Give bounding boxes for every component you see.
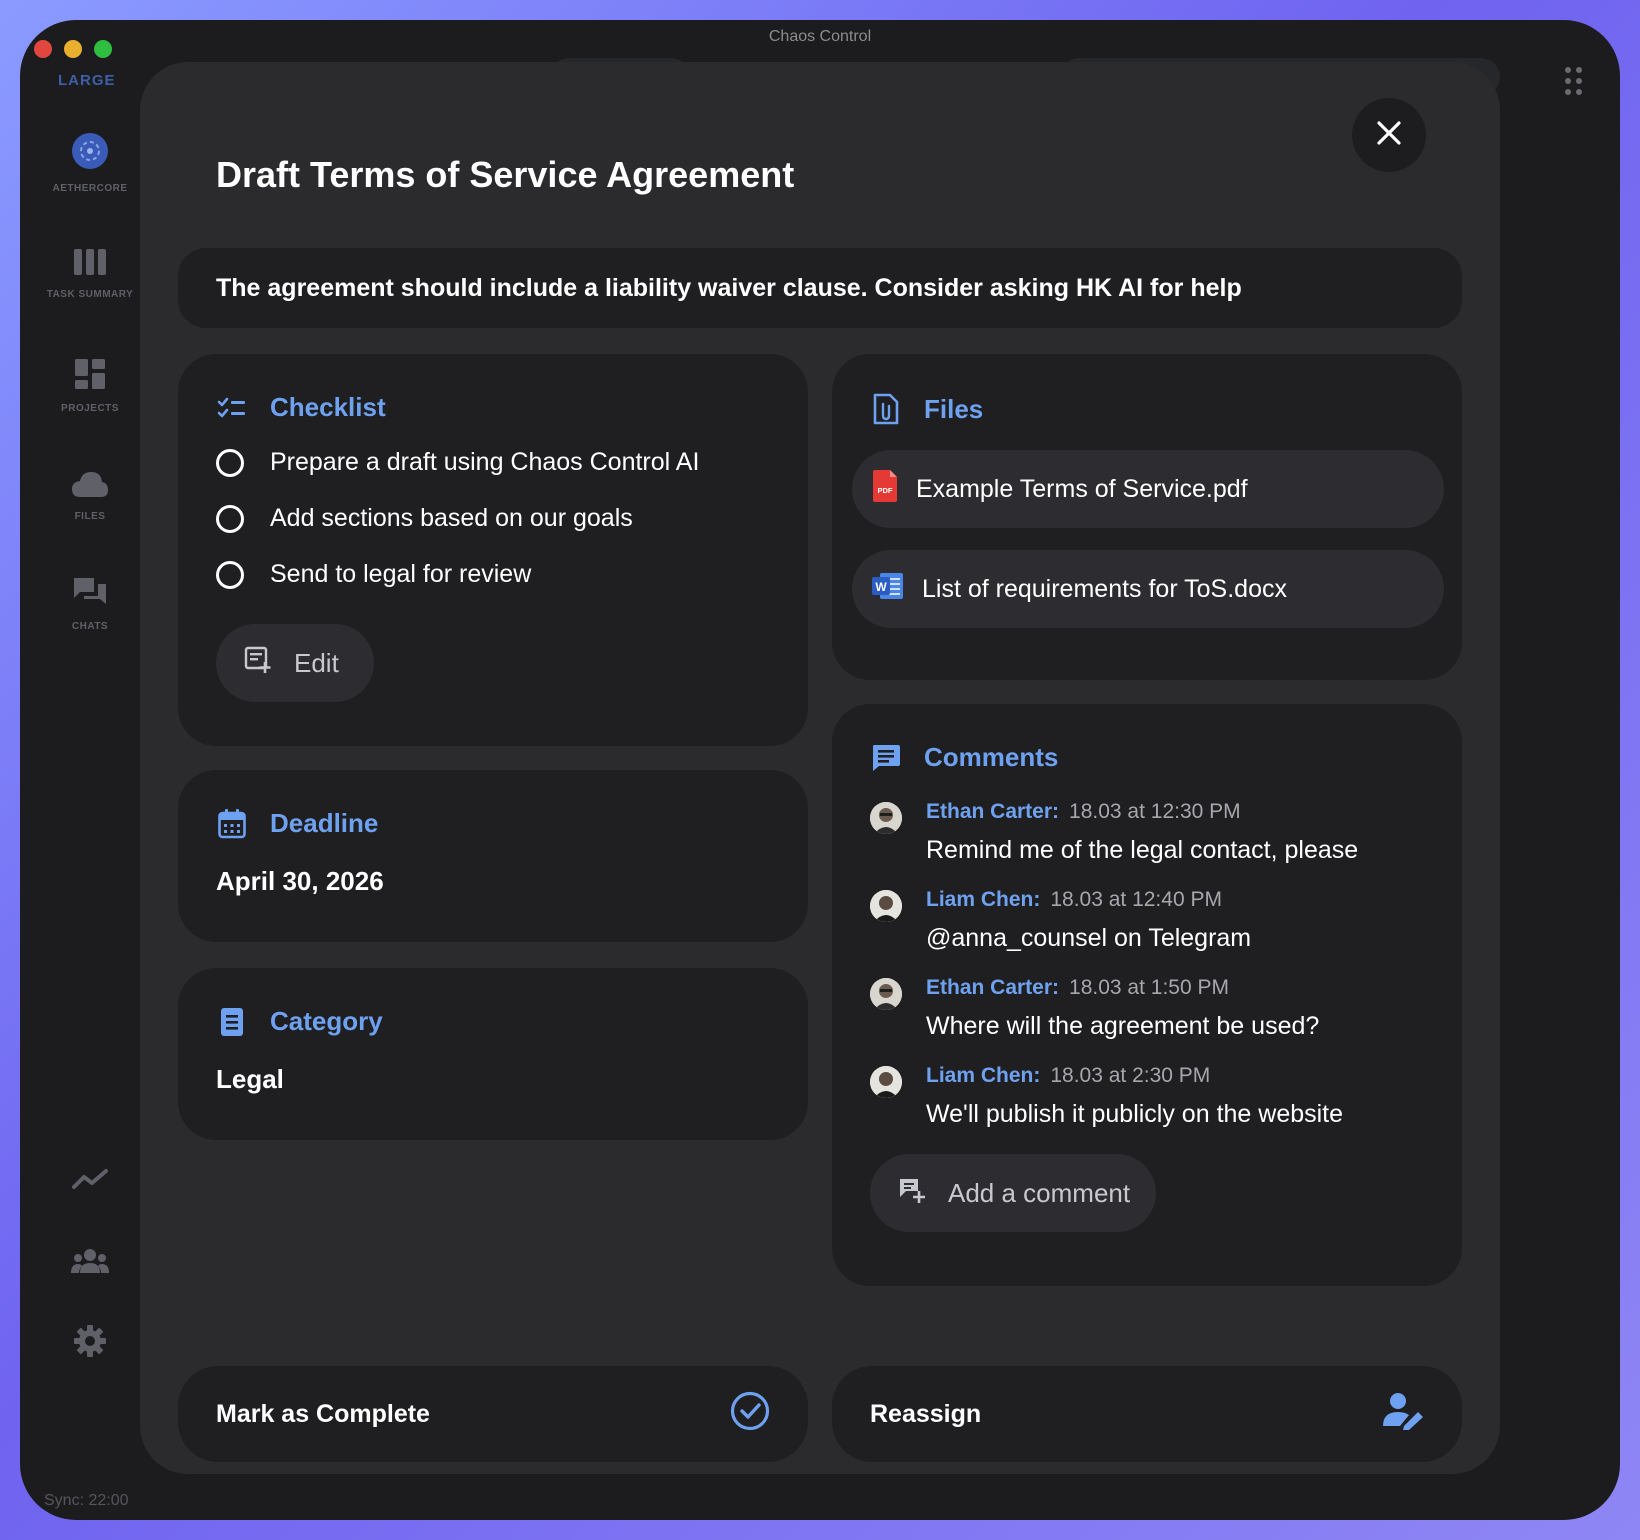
app-window: Chaos Control LARGE AETHERCORE TASK SUMM… [20,20,1620,1520]
deadline-title: Deadline [270,808,379,838]
comment-time: 18.03 at 12:30 PM [1069,800,1241,823]
word-file-icon: W [872,571,904,608]
checklist-card: Checklist Prepare a draft using Chaos Co… [178,354,808,746]
files-title: Files [924,393,984,424]
edit-checklist-button[interactable]: Edit [216,624,374,702]
mark-complete-button[interactable]: Mark as Complete [178,1366,808,1462]
file-name: Example Terms of Service.pdf [916,474,1248,503]
deadline-value: April 30, 2026 [216,866,384,896]
sync-status: Sync: 22:00 [44,1492,129,1509]
sidebar-item-label: TASK SUMMARY [46,289,134,300]
comment-author[interactable]: Ethan Carter: [926,976,1059,999]
category-title: Category [270,1006,383,1036]
avatar [870,978,902,1010]
check-circle-icon [730,1391,770,1438]
task-description: The agreement should include a liability… [178,248,1462,328]
checkbox[interactable] [216,448,244,477]
comment-text: @anna_counsel on Telegram [926,924,1252,952]
category-value: Legal [216,1064,284,1094]
workspace-label: AETHERCORE [52,183,128,194]
analytics-icon [72,1168,108,1195]
settings-button[interactable] [20,1324,160,1363]
document-icon [216,1007,248,1037]
close-button[interactable] [1352,98,1426,172]
comment-time: 18.03 at 12:40 PM [1050,888,1222,911]
checklist-item[interactable]: Add sections based on our goals [216,504,633,533]
mark-complete-label: Mark as Complete [216,1399,430,1428]
window-title: Chaos Control [768,28,872,45]
comments-title: Comments [924,742,1059,772]
comment-time: 18.03 at 1:50 PM [1069,976,1229,999]
workspace-logo-icon [71,132,109,175]
sidebar-item-projects[interactable]: PROJECTS [20,358,160,414]
team-button[interactable] [20,1248,160,1279]
pdf-file-icon: PDF [872,469,898,509]
checkbox[interactable] [216,560,244,589]
checklist-item-label: Prepare a draft using Chaos Control AI [270,448,700,476]
avatar [870,802,902,834]
svg-text:PDF: PDF [878,486,893,495]
avatar [870,1066,902,1098]
sidebar-item-files[interactable]: FILES [20,470,160,522]
comment-author[interactable]: Ethan Carter: [926,800,1059,823]
files-card: Files PDF Example Terms of Service.pdf W… [832,354,1462,680]
file-item[interactable]: PDF Example Terms of Service.pdf [852,450,1444,528]
comment-text: Remind me of the legal contact, please [926,836,1359,864]
settings-icon [73,1324,107,1363]
edit-label: Edit [294,647,339,678]
calendar-icon [216,808,248,839]
deadline-header: Deadline [216,808,378,839]
team-icon [71,1248,109,1279]
add-comment-label: Add a comment [948,1177,1131,1208]
size-label: LARGE [58,72,116,89]
avatar [870,890,902,922]
files-header: Files [870,392,983,426]
checkbox[interactable] [216,504,244,533]
edit-list-icon [244,646,272,681]
sidebar-item-label: PROJECTS [61,403,119,414]
add-comment-icon [898,1177,926,1210]
attachment-file-icon [870,392,902,426]
sidebar-item-chats[interactable]: CHATS [20,576,160,632]
comments-card: Comments Ethan Carter: 18.03 at 12:30 PM … [832,704,1462,1286]
chat-bubbles-icon [72,576,108,613]
comment-author[interactable]: Liam Chen: [926,1064,1040,1087]
category-card: Category Legal [178,968,808,1140]
file-name: List of requirements for ToS.docx [922,574,1287,603]
columns-icon [73,248,107,281]
comment-icon [870,744,902,772]
cloud-icon [71,470,109,503]
checklist-title: Checklist [270,392,386,422]
analytics-button[interactable] [20,1168,160,1195]
checklist-header: Checklist [216,392,386,423]
sidebar-item-label: FILES [74,511,106,522]
apps-grid-icon[interactable] [1564,66,1584,101]
checklist-item[interactable]: Send to legal for review [216,560,531,589]
checklist-item[interactable]: Prepare a draft using Chaos Control AI [216,448,699,477]
comments-header: Comments [870,742,1058,773]
workspace-switcher[interactable]: AETHERCORE [20,132,160,194]
comment-author[interactable]: Liam Chen: [926,888,1040,911]
add-comment-button[interactable]: Add a comment [870,1154,1156,1232]
category-header: Category [216,1006,383,1037]
user-edit-icon [1382,1392,1424,1437]
comment-text: We'll publish it publicly on the website [926,1100,1344,1128]
sidebar-item-label: CHATS [71,621,109,632]
comment-time: 18.03 at 2:30 PM [1050,1064,1211,1087]
svg-text:W: W [875,580,887,594]
task-detail-modal: Draft Terms of Service Agreement The agr… [140,62,1500,1474]
sidebar: LARGE AETHERCORE TASK SUMMARY PROJECTS F… [20,20,160,1520]
file-item[interactable]: W List of requirements for ToS.docx [852,550,1444,628]
checklist-item-label: Add sections based on our goals [270,504,633,532]
deadline-card: Deadline April 30, 2026 [178,770,808,942]
reassign-button[interactable]: Reassign [832,1366,1462,1462]
reassign-label: Reassign [870,1399,982,1428]
task-title: Draft Terms of Service Agreement [216,154,795,195]
close-icon [1376,120,1402,151]
comment-text: Where will the agreement be used? [926,1012,1320,1040]
dashboard-icon [74,358,106,395]
checklist-icon [216,396,248,420]
checklist-item-label: Send to legal for review [270,560,532,588]
sidebar-item-task-summary[interactable]: TASK SUMMARY [20,248,160,300]
